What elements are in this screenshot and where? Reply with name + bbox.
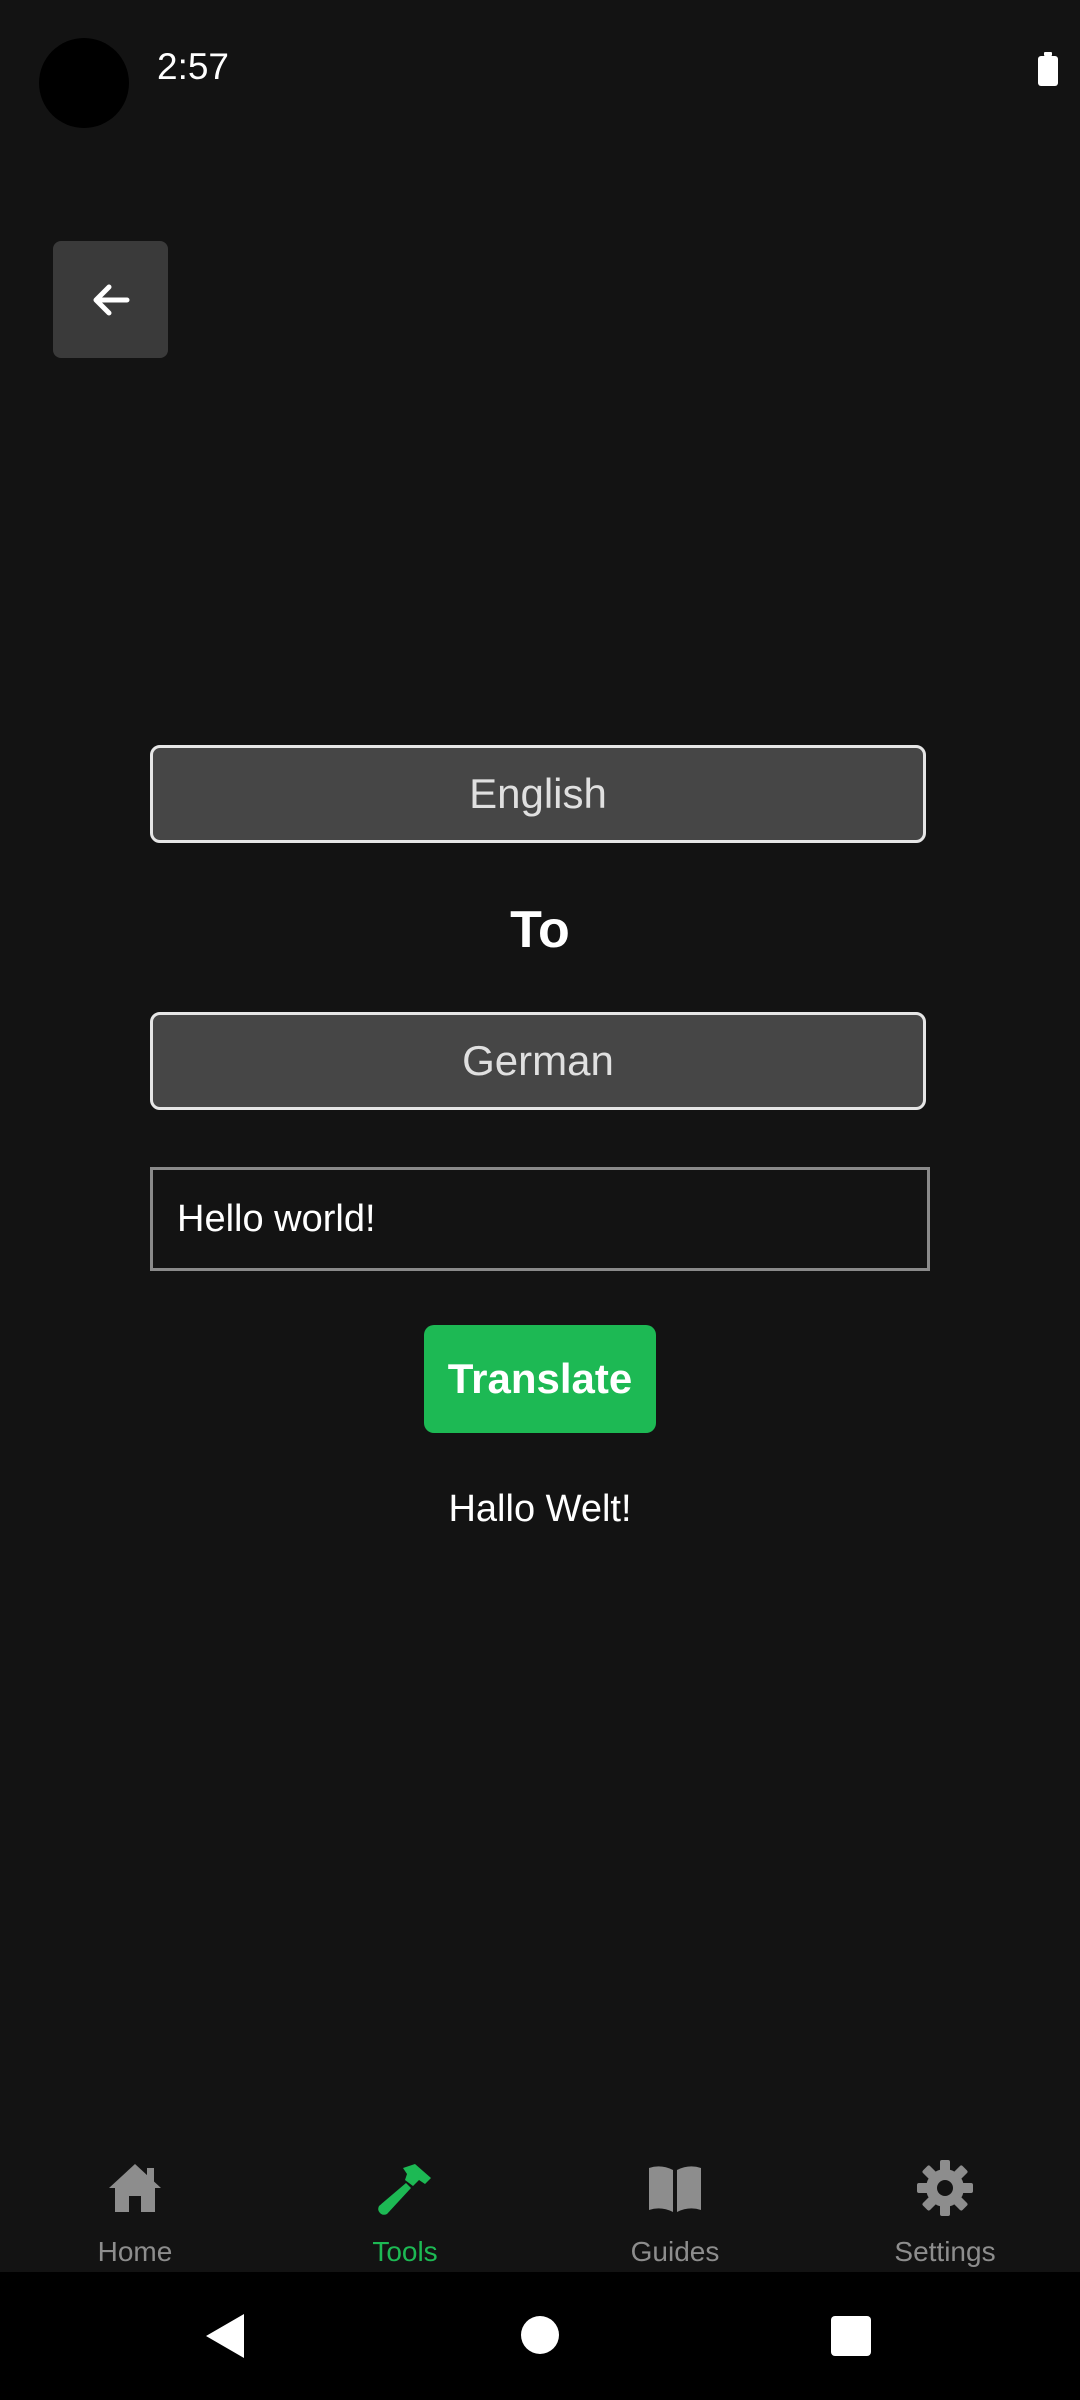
to-label: To	[510, 901, 570, 959]
target-language-select[interactable]: German	[150, 1012, 926, 1110]
nav-label-home: Home	[97, 2236, 173, 2267]
nav-label-settings: Settings	[894, 2236, 996, 2267]
nav-label-tools: Tools	[372, 2236, 438, 2267]
system-home-button[interactable]	[521, 2316, 559, 2354]
nav-item-home[interactable]: Home	[0, 2140, 270, 2272]
gear-icon	[917, 2160, 973, 2216]
system-back-icon[interactable]	[204, 2312, 246, 2360]
book-icon	[649, 2166, 701, 2212]
arrow-left-icon	[93, 284, 129, 315]
nav-label-guides: Guides	[630, 2236, 720, 2267]
battery-icon	[1038, 52, 1058, 86]
nav-item-settings[interactable]: Settings	[810, 2140, 1080, 2272]
nav-item-tools[interactable]: Tools	[270, 2140, 540, 2272]
translation-result: Hallo Welt!	[448, 1488, 632, 1530]
camera-cutout	[39, 38, 129, 128]
text-to-translate-input[interactable]	[150, 1167, 930, 1271]
system-recents-button[interactable]	[831, 2316, 871, 2356]
status-bar: 2:57	[0, 0, 1080, 140]
hammer-icon	[378, 2164, 431, 2215]
home-icon	[109, 2164, 161, 2212]
system-navigation-bar	[0, 2272, 1080, 2400]
translate-button[interactable]: Translate	[424, 1325, 656, 1433]
translator-screen: 2:57 English To German Translate Hallo W…	[0, 0, 1080, 2400]
back-button[interactable]	[53, 241, 168, 358]
status-time: 2:57	[157, 46, 230, 87]
bottom-nav: Home Tools Guides Settings	[0, 2140, 1080, 2272]
nav-item-guides[interactable]: Guides	[540, 2140, 810, 2272]
source-language-select[interactable]: English	[150, 745, 926, 843]
